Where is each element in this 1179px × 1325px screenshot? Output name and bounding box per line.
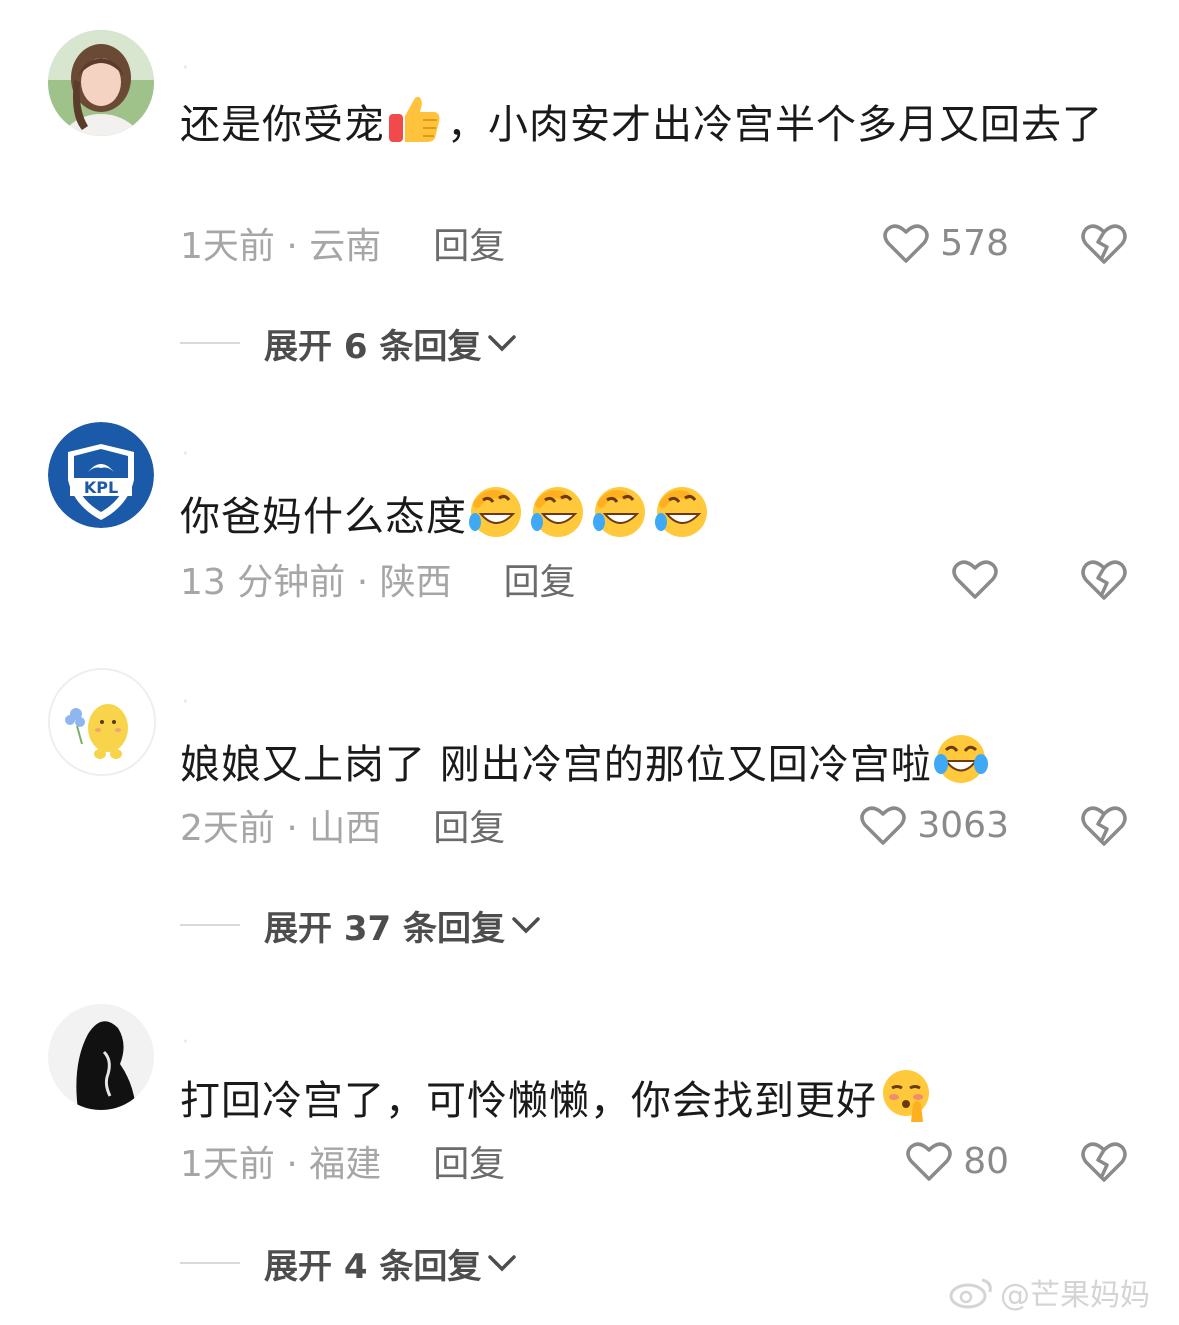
tears-of-joy-emoji — [932, 730, 990, 788]
heart-icon — [952, 560, 998, 599]
dislike-button[interactable] — [1080, 1138, 1128, 1186]
comment-text: 你爸妈什么态度 — [180, 482, 1120, 546]
weibo-watermark: @芒果妈妈 — [948, 1270, 1150, 1314]
like-button[interactable]: 578 — [882, 218, 1009, 268]
rolling-laughing-emoji — [653, 482, 711, 540]
comment-meta: 1天前 · 福建 回复 — [180, 1136, 505, 1186]
shushing-face-emoji — [877, 1066, 935, 1124]
heart-icon — [906, 1142, 952, 1181]
comment-meta: 1天前 · 云南 回复 — [180, 218, 505, 268]
broken-heart-icon — [1081, 806, 1127, 846]
user-avatar[interactable] — [48, 30, 154, 136]
like-button[interactable] — [951, 554, 1009, 604]
chevron-down-icon — [488, 335, 517, 352]
username-blurred: · — [182, 1030, 191, 1055]
reply-button[interactable]: 回复 — [504, 553, 576, 605]
user-avatar[interactable] — [48, 668, 156, 776]
divider-line — [180, 342, 240, 344]
chevron-down-icon — [512, 917, 540, 934]
watermark-text: @芒果妈妈 — [1000, 1278, 1150, 1313]
thumbs-up-emoji — [385, 90, 443, 148]
comment-meta: 2天前 · 山西 回复 — [180, 800, 505, 850]
heart-icon — [860, 806, 907, 845]
username-blurred: · — [182, 690, 191, 715]
broken-heart-icon — [1081, 560, 1127, 600]
username-blurred: · — [182, 442, 191, 467]
reply-button[interactable]: 回复 — [433, 217, 505, 269]
like-count: 578 — [940, 222, 1009, 264]
like-button[interactable]: 3063 — [859, 800, 1009, 850]
reply-button[interactable]: 回复 — [433, 799, 505, 851]
svg-text:KPL: KPL — [84, 478, 118, 497]
chevron-down-icon — [488, 1255, 517, 1272]
comment-text: 打回冷宫了，可怜懒懒，你会找到更好 — [180, 1066, 1120, 1130]
expand-replies-label: 展开 6 条回复 — [264, 326, 482, 367]
expand-replies-button[interactable]: 展开 6 条回复 — [180, 318, 517, 368]
like-count: 80 — [963, 1140, 1009, 1182]
heart-icon — [883, 224, 930, 263]
user-avatar[interactable]: KPL — [48, 422, 154, 528]
expand-replies-button[interactable]: 展开 37 条回复 — [180, 900, 541, 950]
user-avatar[interactable] — [48, 1004, 154, 1110]
reply-button[interactable]: 回复 — [433, 1135, 505, 1187]
expand-replies-label: 展开 37 条回复 — [264, 908, 505, 949]
comment-text: 娘娘又上岗了 刚出冷宫的那位又回冷宫啦 — [180, 730, 1120, 794]
rolling-laughing-emoji — [529, 482, 587, 540]
comment-time-location: 1天前 · 云南 — [180, 226, 382, 267]
dislike-button[interactable] — [1080, 802, 1128, 850]
rolling-laughing-emoji — [467, 482, 525, 540]
comment-text: 还是你受宠 ，小肉安才出冷宫半个多月又回去了 — [180, 90, 1120, 154]
dislike-button[interactable] — [1080, 220, 1128, 268]
broken-heart-icon — [1081, 1142, 1127, 1182]
comment-meta: 13 分钟前 · 陕西 回复 — [180, 554, 576, 604]
comment-time-location: 1天前 · 福建 — [180, 1144, 382, 1185]
like-count: 3063 — [917, 804, 1009, 846]
broken-heart-icon — [1081, 224, 1127, 264]
dislike-button[interactable] — [1080, 556, 1128, 604]
comment-time-location: 13 分钟前 · 陕西 — [180, 562, 452, 603]
expand-replies-label: 展开 4 条回复 — [264, 1246, 482, 1287]
like-button[interactable]: 80 — [905, 1136, 1009, 1186]
weibo-logo-icon — [949, 1278, 992, 1309]
divider-line — [180, 924, 240, 926]
expand-replies-button[interactable]: 展开 4 条回复 — [180, 1238, 517, 1288]
rolling-laughing-emoji — [591, 482, 649, 540]
divider-line — [180, 1262, 240, 1264]
username-blurred: · — [182, 56, 191, 81]
comment-time-location: 2天前 · 山西 — [180, 808, 382, 849]
